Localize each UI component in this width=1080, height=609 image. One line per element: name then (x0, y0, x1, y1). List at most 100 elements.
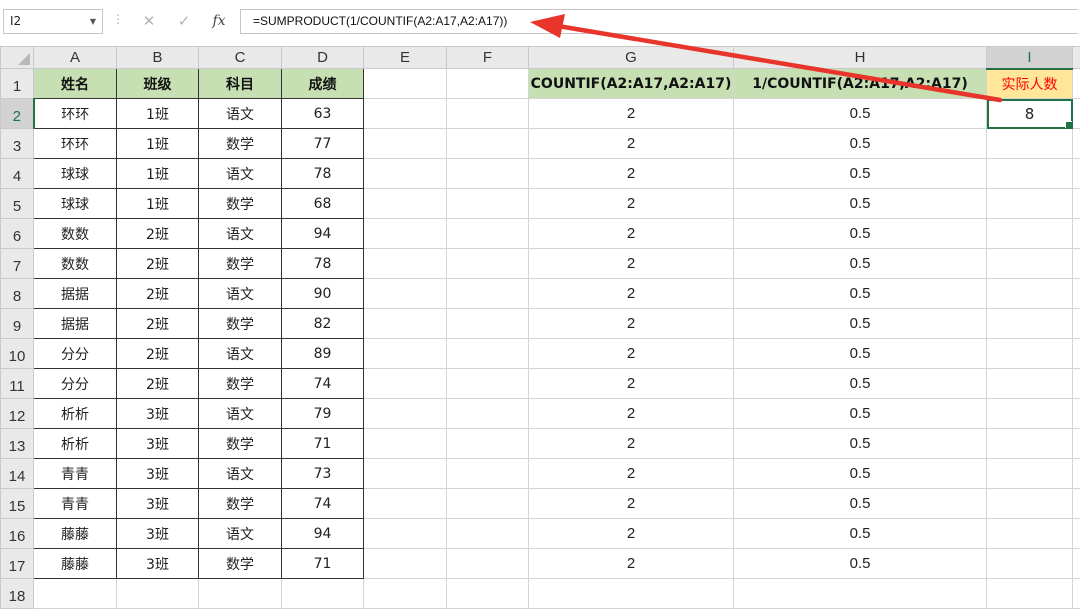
cell-countif[interactable]: 2 (529, 99, 734, 129)
cell-class[interactable]: 2班 (117, 279, 199, 309)
cell-e[interactable] (364, 249, 447, 279)
cell-score[interactable]: 79 (282, 399, 364, 429)
fill-handle[interactable] (1065, 121, 1073, 129)
row-header-17[interactable]: 17 (1, 549, 34, 579)
cell-reciprocal[interactable]: 0.5 (734, 279, 987, 309)
row-header-2[interactable]: 2 (1, 99, 34, 129)
formula-input[interactable]: =SUMPRODUCT(1/COUNTIF(A2:A17,A2:A17)) (240, 9, 1078, 34)
cell-reciprocal[interactable]: 0.5 (734, 459, 987, 489)
cell-f[interactable] (447, 429, 529, 459)
row-header-4[interactable]: 4 (1, 159, 34, 189)
cell-class[interactable]: 1班 (117, 159, 199, 189)
cell-class[interactable]: 2班 (117, 219, 199, 249)
row-header-3[interactable]: 3 (1, 129, 34, 159)
cell-class[interactable]: 3班 (117, 459, 199, 489)
cell-f[interactable] (447, 459, 529, 489)
header-class[interactable]: 班级 (117, 69, 199, 99)
cell-reciprocal[interactable]: 0.5 (734, 159, 987, 189)
cell-countif[interactable]: 2 (529, 189, 734, 219)
cell-i[interactable] (987, 249, 1073, 279)
cell-e[interactable] (364, 99, 447, 129)
cell-subject[interactable]: 语文 (199, 519, 282, 549)
cell-countif[interactable]: 2 (529, 519, 734, 549)
column-header-i[interactable]: I (987, 47, 1073, 69)
cell-subject[interactable]: 数学 (199, 129, 282, 159)
active-cell-i2[interactable]: 8 (987, 99, 1073, 129)
cell-empty[interactable] (987, 579, 1073, 609)
cell-i[interactable] (987, 399, 1073, 429)
cell-f[interactable] (447, 249, 529, 279)
cancel-button[interactable]: ✕ (135, 9, 163, 34)
cell-name[interactable]: 青青 (34, 459, 117, 489)
cell-countif[interactable]: 2 (529, 309, 734, 339)
cell-empty[interactable] (734, 579, 987, 609)
cell-reciprocal[interactable]: 0.5 (734, 489, 987, 519)
row-header-12[interactable]: 12 (1, 399, 34, 429)
cell-score[interactable]: 89 (282, 339, 364, 369)
cell-e[interactable] (364, 519, 447, 549)
cell-score[interactable]: 71 (282, 429, 364, 459)
cell-reciprocal[interactable]: 0.5 (734, 249, 987, 279)
cell-countif[interactable]: 2 (529, 549, 734, 579)
column-header-e[interactable]: E (364, 47, 447, 69)
cell-subject[interactable]: 数学 (199, 369, 282, 399)
cell-i[interactable] (987, 189, 1073, 219)
cell-score[interactable]: 73 (282, 459, 364, 489)
cell-name[interactable]: 青青 (34, 489, 117, 519)
cell-subject[interactable]: 语文 (199, 339, 282, 369)
cell-reciprocal[interactable]: 0.5 (734, 189, 987, 219)
cell-class[interactable]: 1班 (117, 189, 199, 219)
cell-reciprocal[interactable]: 0.5 (734, 219, 987, 249)
cell-class[interactable]: 3班 (117, 429, 199, 459)
row-header-10[interactable]: 10 (1, 339, 34, 369)
row-header-6[interactable]: 6 (1, 219, 34, 249)
cell-empty[interactable] (117, 579, 199, 609)
cell-f[interactable] (447, 279, 529, 309)
header-score[interactable]: 成绩 (282, 69, 364, 99)
cell-e[interactable] (364, 159, 447, 189)
cell-class[interactable]: 2班 (117, 339, 199, 369)
row-header-18[interactable]: 18 (1, 579, 34, 609)
cell-countif[interactable]: 2 (529, 219, 734, 249)
cell-e[interactable] (364, 549, 447, 579)
cell-subject[interactable]: 数学 (199, 249, 282, 279)
cell-class[interactable]: 3班 (117, 489, 199, 519)
cell-score[interactable]: 68 (282, 189, 364, 219)
cell-subject[interactable]: 语文 (199, 459, 282, 489)
cell-f[interactable] (447, 519, 529, 549)
cell-empty[interactable] (199, 579, 282, 609)
cell-f[interactable] (447, 489, 529, 519)
enter-button[interactable]: ✓ (170, 9, 198, 34)
cell-countif[interactable]: 2 (529, 249, 734, 279)
cell-reciprocal[interactable]: 0.5 (734, 429, 987, 459)
cell-i[interactable] (987, 339, 1073, 369)
cell-reciprocal[interactable]: 0.5 (734, 309, 987, 339)
column-header-h[interactable]: H (734, 47, 987, 69)
cell-f[interactable] (447, 399, 529, 429)
cell-i[interactable] (987, 549, 1073, 579)
cell-name[interactable]: 据据 (34, 309, 117, 339)
cell-reciprocal[interactable]: 0.5 (734, 369, 987, 399)
cell-empty[interactable] (1073, 579, 1080, 609)
cell-name[interactable]: 析析 (34, 399, 117, 429)
column-header-d[interactable]: D (282, 47, 364, 69)
cell-class[interactable]: 3班 (117, 549, 199, 579)
cell-i[interactable] (987, 519, 1073, 549)
cell-i[interactable] (987, 459, 1073, 489)
cell-countif[interactable]: 2 (529, 159, 734, 189)
cell-subject[interactable]: 数学 (199, 189, 282, 219)
cell-e[interactable] (364, 129, 447, 159)
cell-score[interactable]: 78 (282, 159, 364, 189)
cell-e[interactable] (364, 489, 447, 519)
cell-countif[interactable]: 2 (529, 339, 734, 369)
cell-name[interactable]: 分分 (34, 369, 117, 399)
cell-empty[interactable] (447, 579, 529, 609)
cell-score[interactable]: 90 (282, 279, 364, 309)
cell-subject[interactable]: 数学 (199, 309, 282, 339)
cell-reciprocal[interactable]: 0.5 (734, 519, 987, 549)
cell-countif[interactable]: 2 (529, 399, 734, 429)
cell-e[interactable] (364, 429, 447, 459)
cell-i[interactable] (987, 219, 1073, 249)
cell-class[interactable]: 3班 (117, 399, 199, 429)
cell-class[interactable]: 2班 (117, 369, 199, 399)
